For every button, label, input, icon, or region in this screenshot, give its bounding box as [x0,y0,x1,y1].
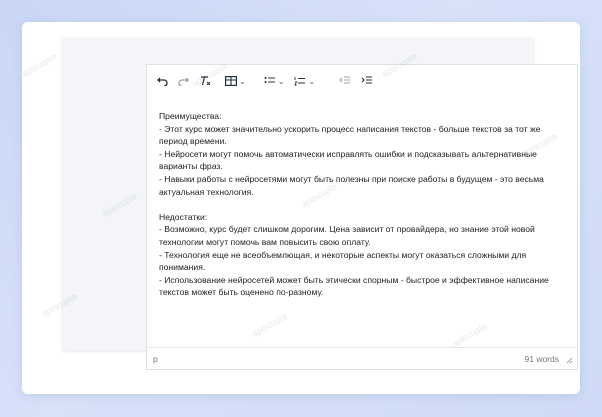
chevron-down-icon: ⌄ [277,76,285,86]
list-item: - Возможно, курс будет слишком дорогим. … [159,224,535,247]
editor-toolbar: ⌄ ⌄ ⌄ [147,65,577,97]
list-item: - Технология еще не всеобъемлющая, и нек… [159,249,527,273]
word-count[interactable]: 91 words [525,354,560,364]
rich-text-editor[interactable]: ⌄ ⌄ ⌄ Преимущества: - Этот курс может зн… [146,64,578,370]
cons-heading: Недостатки: [159,211,208,222]
chevron-down-icon: ⌄ [308,76,316,86]
clear-formatting-icon[interactable] [199,69,211,93]
list-item: - Этот курс может значительно ускорить п… [159,123,541,147]
redo-icon[interactable] [178,69,189,93]
indent-icon[interactable] [361,69,373,93]
undo-icon[interactable] [157,69,168,93]
chevron-down-icon: ⌄ [239,76,246,86]
list-item: - Использование нейросетей может быть эт… [159,274,549,298]
list-item: - Нейросети могут помочь автоматически и… [159,148,537,172]
editor-statusbar: p 91 words [147,347,577,369]
numbered-list-icon[interactable]: ⌄ [294,69,315,93]
pros-heading: Преимущества: [159,111,222,121]
element-path[interactable]: p [153,354,158,364]
bullet-list-icon[interactable]: ⌄ [264,69,285,93]
table-icon[interactable]: ⌄ [225,69,246,93]
outdent-icon[interactable] [339,69,351,93]
resize-handle-icon[interactable] [566,356,573,366]
editor-frame: ⌄ ⌄ ⌄ Преимущества: - Этот курс может зн… [63,38,578,370]
editor-content[interactable]: Преимущества: - Этот курс может значител… [159,110,567,299]
list-item: - Навыки работы с нейросетями могут быть… [159,173,544,197]
